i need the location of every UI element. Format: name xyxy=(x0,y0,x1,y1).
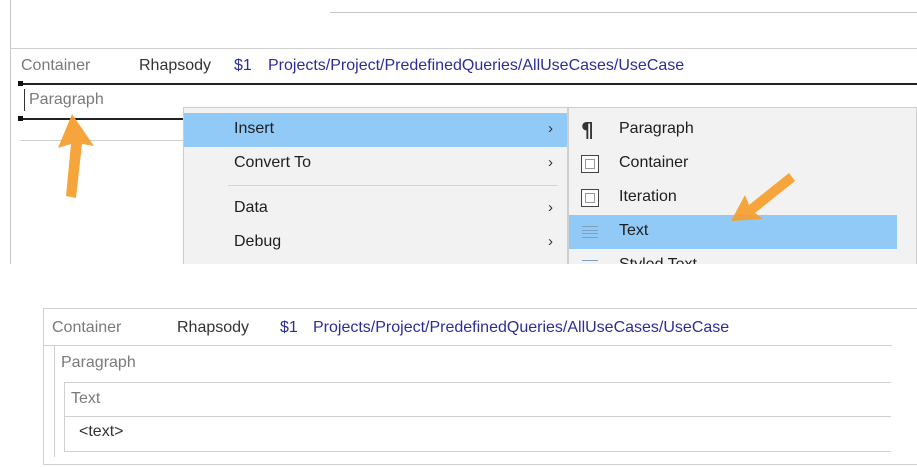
rhapsody-label: Rhapsody xyxy=(177,319,250,336)
text-element[interactable] xyxy=(64,382,891,452)
chevron-right-icon: › xyxy=(548,233,553,250)
text-lines-icon xyxy=(581,223,599,241)
text-value[interactable]: <text> xyxy=(79,423,123,441)
container-box-icon xyxy=(581,155,599,173)
variable-label: $1 xyxy=(280,319,298,336)
menu-item-debug[interactable]: Debug › xyxy=(184,226,567,260)
text-divider xyxy=(65,416,891,417)
menu-separator xyxy=(228,185,558,186)
paragraph-label: Paragraph xyxy=(29,91,104,108)
top-divider xyxy=(330,12,917,13)
container-label: Container xyxy=(21,57,91,74)
submenu-item-label: Iteration xyxy=(619,188,677,205)
container-path[interactable]: Projects/Project/PredefinedQueries/AllUs… xyxy=(313,319,729,337)
menu-item-label: Convert To xyxy=(234,154,312,171)
left-border xyxy=(10,0,11,264)
submenu-item-styled-text[interactable]: Styled Text xyxy=(569,249,897,264)
submenu-item-label: Paragraph xyxy=(619,120,694,137)
submenu-item-paragraph[interactable]: ¶ Paragraph xyxy=(569,113,897,147)
annotation-arrow-diagonal-icon xyxy=(731,173,795,221)
submenu-item-label: Text xyxy=(619,222,649,239)
text-caret xyxy=(24,89,25,111)
submenu-item-label: Styled Text xyxy=(619,256,697,264)
container-label: Container xyxy=(52,319,122,336)
container-path[interactable]: Projects/Project/PredefinedQueries/AllUs… xyxy=(268,57,684,75)
paragraph-label: Paragraph xyxy=(61,354,136,371)
menu-item-label: Insert xyxy=(234,120,275,137)
bottom-editor-panel: Container Rhapsody $1 Projects/Project/P… xyxy=(43,308,917,467)
top-editor-panel: Container Rhapsody $1 Projects/Project/P… xyxy=(0,0,917,264)
menu-item-data[interactable]: Data › xyxy=(184,192,567,226)
iteration-box-icon xyxy=(581,189,599,207)
menu-item-label: Debug xyxy=(234,233,282,250)
rhapsody-label: Rhapsody xyxy=(139,57,212,74)
container-top-divider xyxy=(10,48,917,49)
selection-handle-bottom-left[interactable] xyxy=(18,116,23,121)
menu-item-convert-to[interactable]: Convert To › xyxy=(184,147,567,181)
submenu-item-label: Container xyxy=(619,154,689,171)
chevron-right-icon: › xyxy=(548,120,553,137)
chevron-right-icon: › xyxy=(548,199,553,216)
pilcrow-icon: ¶ xyxy=(581,118,594,142)
variable-label: $1 xyxy=(234,57,252,74)
context-menu: Insert › Convert To › Data › Debug › xyxy=(183,107,568,264)
text-label: Text xyxy=(71,390,101,407)
selection-handle-top-left[interactable] xyxy=(18,81,23,86)
styled-text-icon xyxy=(581,257,599,264)
menu-item-label: Data xyxy=(234,199,268,216)
menu-item-insert[interactable]: Insert › xyxy=(184,113,567,147)
annotation-arrow-up-icon xyxy=(58,114,94,198)
chevron-right-icon: › xyxy=(548,154,553,171)
